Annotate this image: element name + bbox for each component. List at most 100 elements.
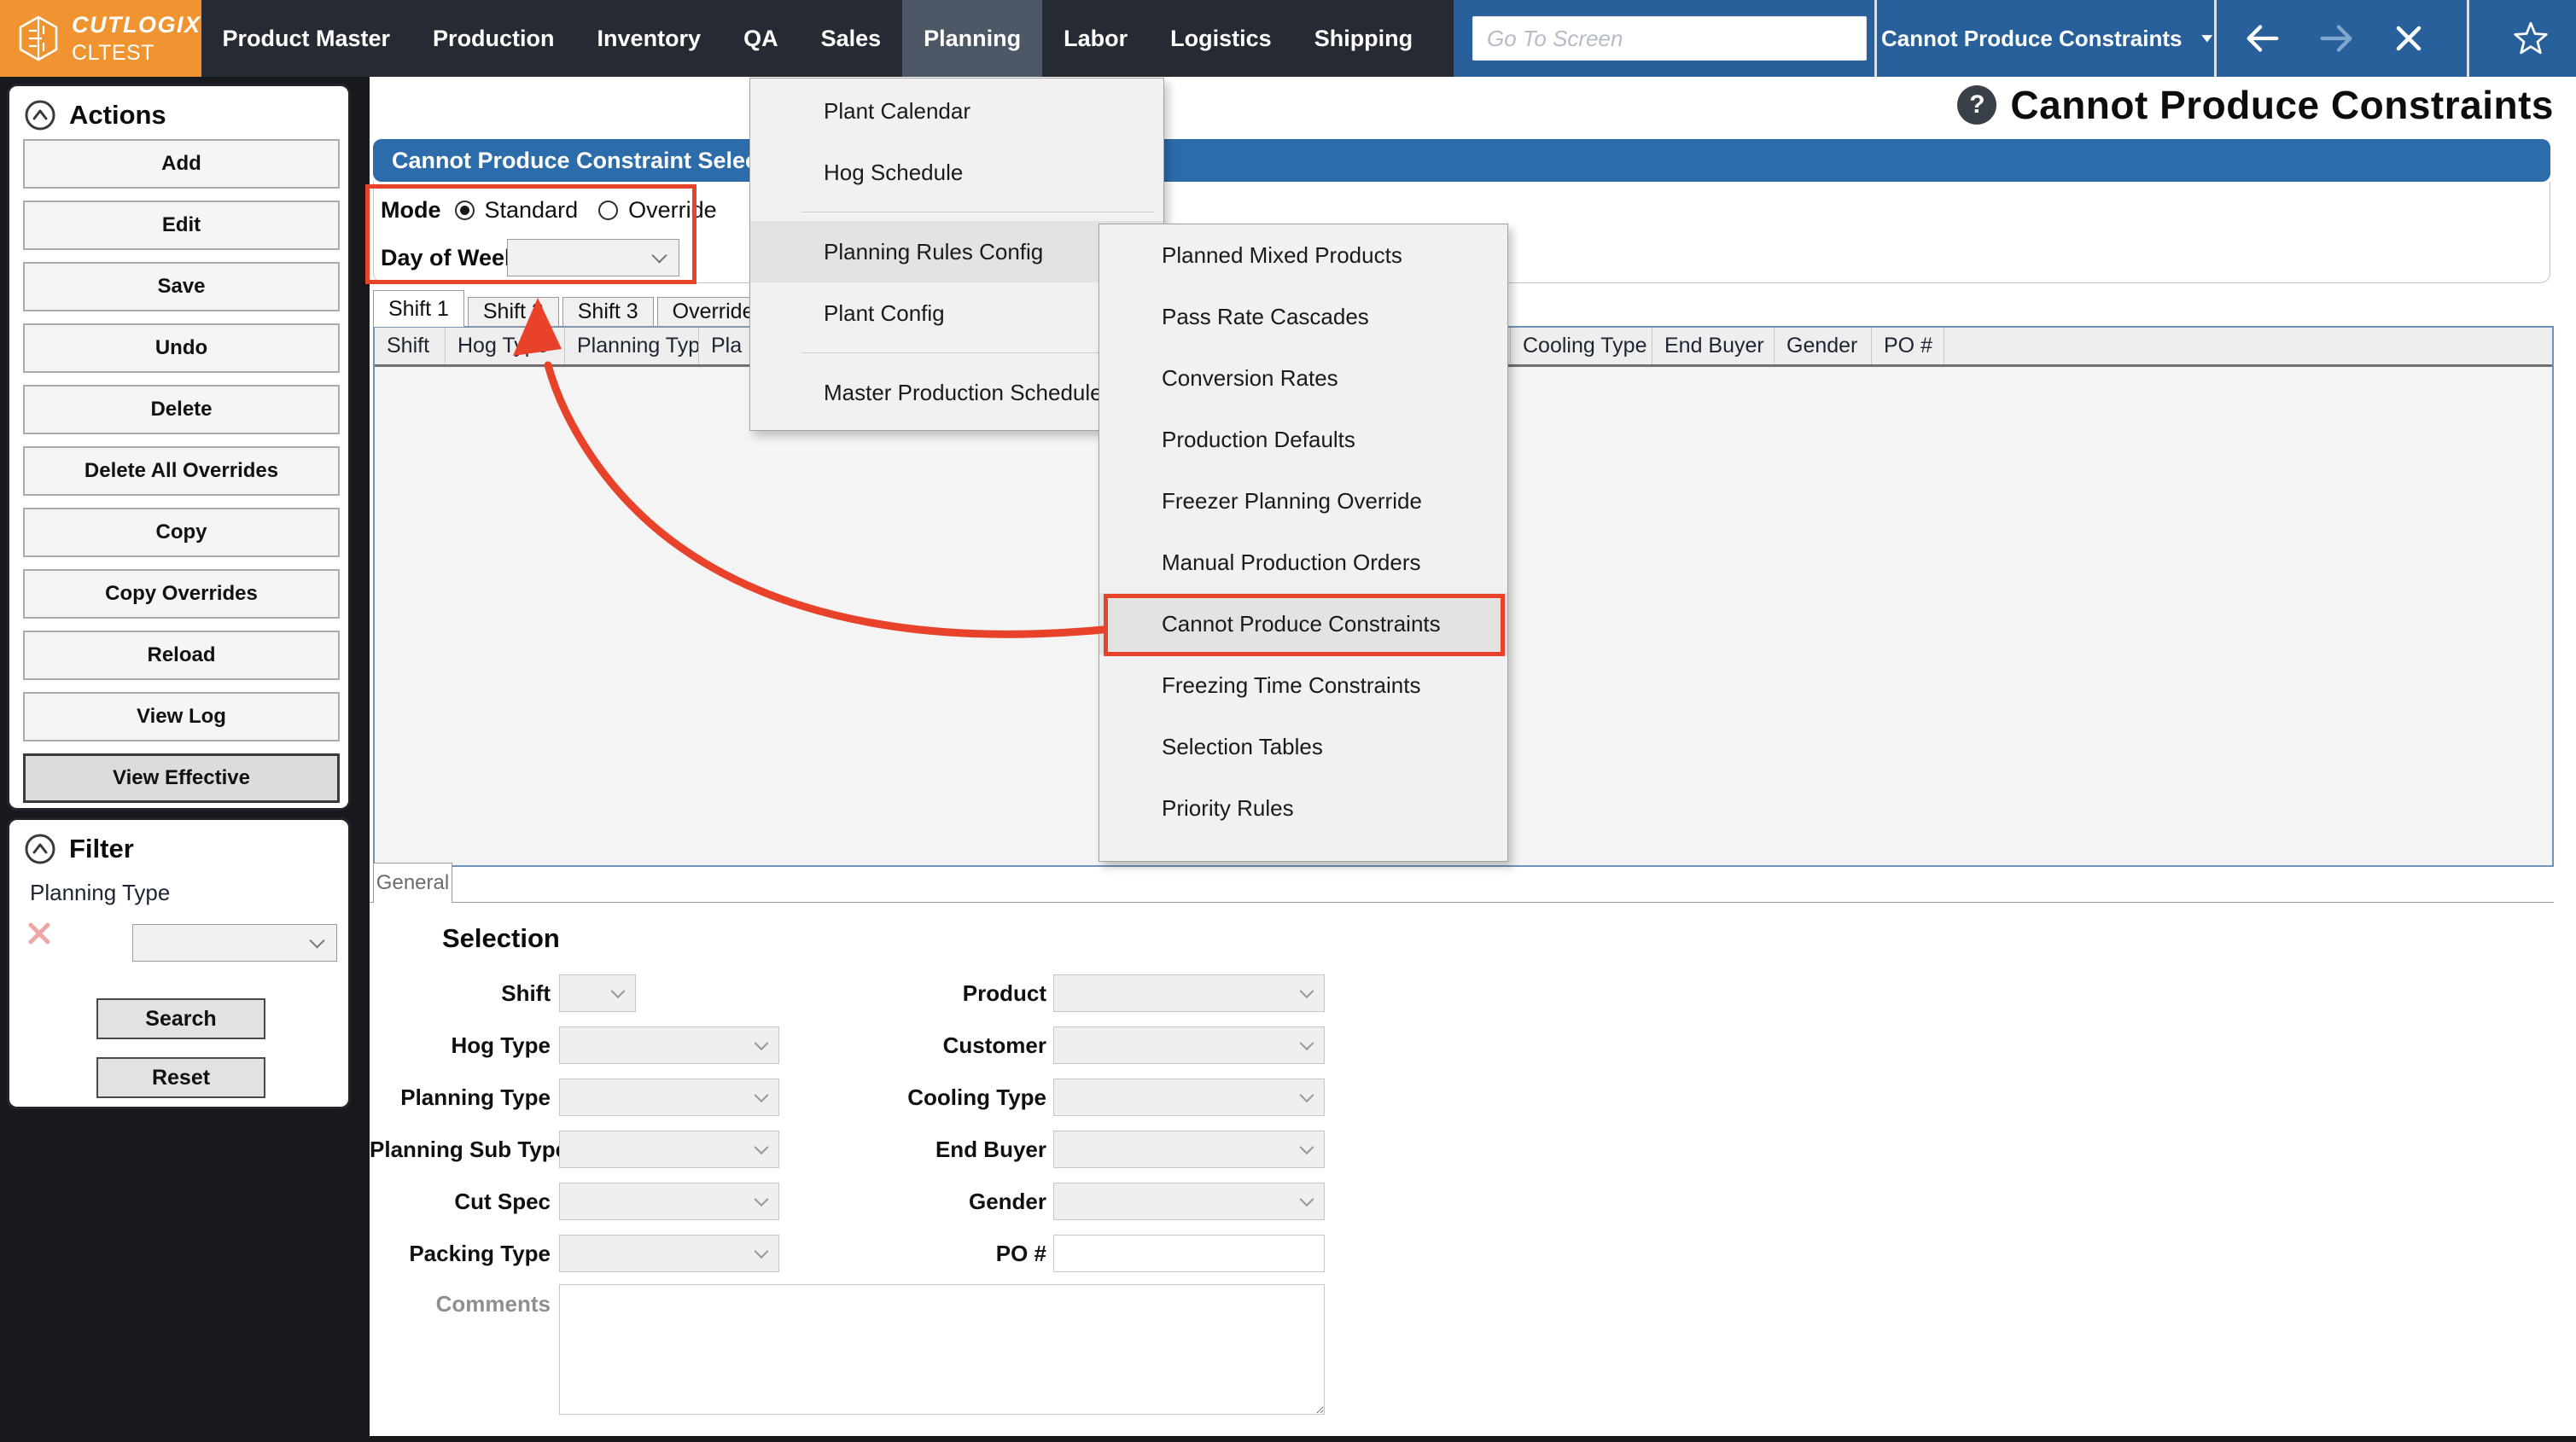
day-of-week-dropdown[interactable] — [507, 239, 679, 276]
page-title-block: ? Cannot Produce Constraints — [1957, 82, 2554, 128]
copy-button[interactable]: Copy — [23, 508, 340, 557]
planning-sub-type-dropdown[interactable] — [559, 1131, 779, 1168]
customer-dropdown[interactable] — [1053, 1026, 1325, 1064]
tab-general[interactable]: General — [373, 863, 452, 903]
column-planning-type[interactable]: Planning Type — [565, 328, 699, 364]
reload-button[interactable]: Reload — [23, 631, 340, 680]
filter-title: Filter — [69, 834, 134, 863]
product-dropdown[interactable] — [1053, 974, 1325, 1012]
nav-item-logistics[interactable]: Logistics — [1149, 0, 1293, 77]
po-#-input[interactable] — [1053, 1235, 1325, 1272]
copy-overrides-button[interactable]: Copy Overrides — [23, 569, 340, 619]
submenu-item-planned-mixed-products[interactable]: Planned Mixed Products — [1099, 224, 1507, 286]
menu-item-hog-schedule[interactable]: Hog Schedule — [750, 142, 1163, 203]
actions-button-list: Add Edit Save Undo Delete Delete All Override… — [23, 139, 340, 803]
clear-filter-button[interactable] — [25, 919, 54, 952]
column-cooling-type[interactable]: Cooling Type — [1511, 328, 1652, 364]
column-filler[interactable] — [1944, 328, 2552, 364]
radio-option-standard[interactable]: Standard — [454, 197, 578, 224]
nav-item-qa[interactable]: QA — [722, 0, 800, 77]
tab-shift-1[interactable]: Shift 1 — [373, 290, 464, 327]
end-buyer-dropdown[interactable] — [1053, 1131, 1325, 1168]
view-effective-button[interactable]: View Effective — [23, 753, 340, 803]
nav-item-planning[interactable]: Planning — [902, 0, 1043, 77]
mode-row: Mode Standard Override — [381, 190, 724, 230]
planning-sub-type-label: Planning Sub Type — [370, 1137, 568, 1162]
submenu-item-production-defaults[interactable]: Production Defaults — [1099, 409, 1507, 470]
screen-selector-dropdown[interactable]: Cannot Produce Constraints — [1881, 0, 2214, 77]
tab-shift-3[interactable]: Shift 3 — [562, 297, 654, 327]
nav-item-inventory[interactable]: Inventory — [576, 0, 723, 77]
delete-button[interactable]: Delete — [23, 385, 340, 434]
toolbar-divider — [2467, 0, 2469, 77]
column-end-buyer[interactable]: End Buyer — [1652, 328, 1775, 364]
planning-type-dropdown[interactable] — [559, 1079, 779, 1116]
search-button[interactable]: Search — [96, 998, 265, 1039]
brand-text: CUTLOGIX CLTEST — [72, 12, 201, 66]
radio-option-override[interactable]: Override — [598, 197, 717, 224]
nav-item-sales[interactable]: Sales — [800, 0, 903, 77]
nav-item-production[interactable]: Production — [411, 0, 576, 77]
close-screen-button[interactable] — [2379, 0, 2439, 77]
submenu-item-pass-rate-cascades[interactable]: Pass Rate Cascades — [1099, 286, 1507, 347]
submenu-item-conversion-rates[interactable]: Conversion Rates — [1099, 347, 1507, 409]
shift-label: Shift — [501, 980, 551, 1006]
submenu-item-cannot-produce-constraints[interactable]: Cannot Produce Constraints — [1099, 593, 1507, 656]
reset-button[interactable]: Reset — [96, 1057, 265, 1098]
radio-override-label: Override — [628, 196, 717, 223]
edit-button[interactable]: Edit — [23, 201, 340, 250]
shift-dropdown[interactable] — [559, 974, 636, 1012]
top-nav: CUTLOGIX CLTEST Product Master Production… — [0, 0, 2576, 77]
menu-item-plant-calendar[interactable]: Plant Calendar — [750, 80, 1163, 142]
app-logo: CUTLOGIX CLTEST — [0, 0, 201, 77]
collapse-icon[interactable] — [23, 832, 57, 866]
cut-spec-dropdown[interactable] — [559, 1183, 779, 1220]
goto-screen-input[interactable] — [1472, 16, 1867, 61]
delete-all-overrides-button[interactable]: Delete All Overrides — [23, 446, 340, 496]
submenu-item-selection-tables[interactable]: Selection Tables — [1099, 716, 1507, 777]
column-gender[interactable]: Gender — [1775, 328, 1872, 364]
environment-name: CLTEST — [72, 40, 154, 65]
radio-override-icon[interactable] — [598, 200, 619, 220]
add-button[interactable]: Add — [23, 139, 340, 189]
favorite-button[interactable] — [2497, 0, 2565, 77]
submenu-item-priority-rules[interactable]: Priority Rules — [1099, 777, 1507, 839]
gender-label: Gender — [968, 1189, 1046, 1214]
selection-heading: Selection — [442, 923, 560, 953]
undo-button[interactable]: Undo — [23, 323, 340, 373]
star-icon — [2514, 21, 2548, 55]
submenu-item-freezer-planning-override[interactable]: Freezer Planning Override — [1099, 470, 1507, 532]
caret-down-icon — [2201, 35, 2213, 43]
tab-shift-2[interactable]: Shift 2 — [467, 297, 559, 327]
comments-textarea[interactable] — [559, 1284, 1325, 1415]
radio-standard-icon[interactable] — [454, 200, 475, 220]
nav-toolbar: Cannot Produce Constraints — [1454, 0, 2576, 77]
column-hog-type[interactable]: Hog Type — [446, 328, 565, 364]
actions-title: Actions — [69, 100, 166, 130]
packing-type-dropdown[interactable] — [559, 1235, 779, 1272]
end-buyer-label: End Buyer — [935, 1137, 1046, 1162]
left-sidebar: Actions Add Edit Save Undo Delete Delete All … — [0, 77, 370, 1442]
hog-type-dropdown[interactable] — [559, 1026, 779, 1064]
column-po-#[interactable]: PO # — [1872, 328, 1944, 364]
planning-type-filter-dropdown[interactable] — [132, 924, 337, 962]
submenu-item-freezing-time-constraints[interactable]: Freezing Time Constraints — [1099, 654, 1507, 716]
planning-type-label: Planning Type — [400, 1084, 551, 1110]
collapse-icon[interactable] — [23, 98, 57, 132]
back-button[interactable] — [2232, 0, 2292, 77]
detail-tabstrip-line — [370, 902, 2554, 903]
help-icon[interactable]: ? — [1957, 85, 1997, 125]
cooling-type-dropdown[interactable] — [1053, 1079, 1325, 1116]
submenu-item-manual-production-orders[interactable]: Manual Production Orders — [1099, 532, 1507, 593]
forward-button[interactable] — [2307, 0, 2367, 77]
cut-spec-label: Cut Spec — [454, 1189, 551, 1214]
nav-item-labor[interactable]: Labor — [1042, 0, 1149, 77]
column-shift[interactable]: Shift — [375, 328, 446, 364]
nav-item-shipping[interactable]: Shipping — [1293, 0, 1434, 77]
nav-item-product-master[interactable]: Product Master — [201, 0, 412, 77]
comments-label: Comments — [435, 1291, 551, 1317]
gender-dropdown[interactable] — [1053, 1183, 1325, 1220]
view-log-button[interactable]: View Log — [23, 692, 340, 741]
actions-panel-header: Actions — [9, 86, 348, 132]
save-button[interactable]: Save — [23, 262, 340, 311]
